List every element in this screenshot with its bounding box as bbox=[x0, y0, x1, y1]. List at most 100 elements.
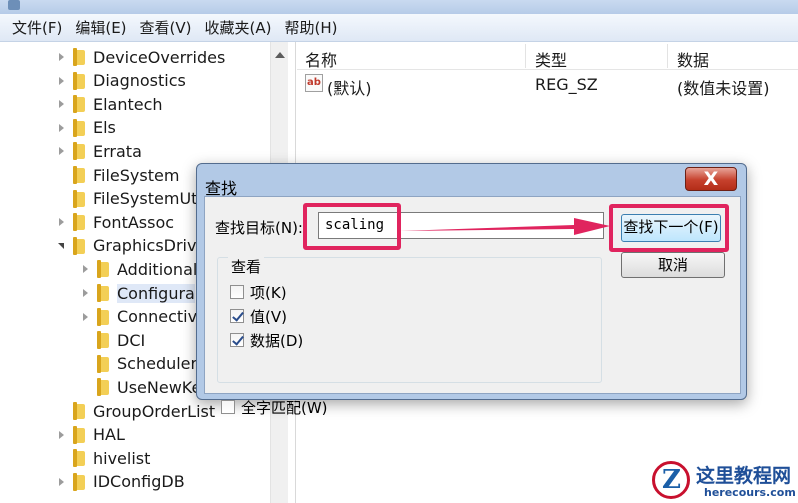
checkbox-data[interactable]: 数据(D) bbox=[230, 330, 303, 350]
regedit-icon bbox=[8, 0, 20, 10]
collapsed-arrow-icon[interactable] bbox=[56, 123, 66, 133]
checkbox-whole-string[interactable]: 全字匹配(W) bbox=[221, 397, 328, 417]
tree-item-label: FontAssoc bbox=[93, 212, 175, 232]
tree-item[interactable]: Els bbox=[56, 117, 116, 139]
tree-item[interactable]: Errata bbox=[56, 140, 142, 162]
tree-item-label: Errata bbox=[93, 141, 142, 161]
tree-item[interactable]: FileSystem bbox=[56, 164, 179, 186]
tree-item[interactable]: Elantech bbox=[56, 93, 163, 115]
tree-item[interactable]: Diagnostics bbox=[56, 70, 186, 92]
folder-icon bbox=[71, 449, 87, 468]
find-what-label: 查找目标(N): bbox=[215, 219, 303, 237]
checkbox-data-box[interactable] bbox=[230, 333, 244, 347]
tree-item-label: Diagnostics bbox=[93, 71, 186, 91]
collapsed-arrow-icon[interactable] bbox=[56, 217, 66, 227]
tree-item-label: GraphicsDrive bbox=[93, 236, 207, 256]
folder-icon bbox=[71, 402, 87, 420]
folder-icon bbox=[71, 166, 87, 184]
collapsed-arrow-icon[interactable] bbox=[56, 477, 66, 487]
tree-item-label: Els bbox=[93, 118, 116, 138]
collapsed-arrow-icon[interactable] bbox=[56, 76, 66, 86]
collapsed-arrow-icon[interactable] bbox=[56, 146, 66, 156]
list-header: 名称 类型 数据 bbox=[297, 42, 798, 70]
menu-help[interactable]: 帮助(H) bbox=[284, 17, 337, 38]
folder-icon bbox=[71, 236, 87, 255]
collapsed-arrow-icon[interactable] bbox=[56, 52, 66, 62]
highlight-box-input bbox=[303, 203, 401, 250]
folder-icon bbox=[95, 378, 111, 397]
column-header-type[interactable]: 类型 bbox=[535, 47, 567, 71]
column-separator[interactable] bbox=[525, 44, 526, 68]
watermark-url: herecours.com bbox=[704, 486, 796, 499]
tree-item-label: hivelist bbox=[93, 448, 151, 468]
folder-icon bbox=[71, 142, 87, 161]
folder-icon bbox=[71, 472, 87, 491]
checkbox-whole-string-box[interactable] bbox=[221, 400, 235, 414]
watermark: 这里教程网 herecours.com bbox=[652, 459, 798, 503]
window-titlebar bbox=[0, 0, 798, 14]
folder-icon bbox=[71, 48, 87, 66]
collapsed-arrow-icon[interactable] bbox=[80, 264, 90, 274]
tree-item[interactable]: UseNewKe bbox=[80, 376, 201, 398]
close-button[interactable]: X bbox=[685, 167, 737, 191]
tree-item[interactable]: Connectivi bbox=[80, 306, 202, 328]
tree-item[interactable]: GroupOrderList bbox=[56, 400, 215, 422]
tree-item-label: DeviceOverrides bbox=[93, 47, 226, 67]
column-header-data[interactable]: 数据 bbox=[677, 47, 709, 71]
column-separator[interactable] bbox=[667, 44, 668, 68]
folder-icon bbox=[71, 71, 87, 90]
tree-item-label: Elantech bbox=[93, 94, 163, 114]
tree-item[interactable]: Scheduler bbox=[80, 353, 197, 375]
folder-icon bbox=[71, 425, 87, 444]
checkbox-values[interactable]: 值(V) bbox=[230, 306, 287, 326]
watermark-title: 这里教程网 bbox=[696, 465, 792, 487]
tree-item-label: Connectivi bbox=[117, 307, 202, 327]
tree-item[interactable]: GraphicsDrive bbox=[56, 235, 206, 257]
expanded-arrow-icon[interactable] bbox=[56, 241, 66, 251]
folder-icon bbox=[95, 307, 111, 326]
tree-item-label: Configura bbox=[117, 283, 195, 303]
folder-icon bbox=[95, 260, 111, 279]
tree-item-label: FileSystemUti bbox=[93, 189, 202, 209]
tree-item[interactable]: Additional bbox=[80, 258, 197, 280]
menu-bar: 文件(F) 编辑(E) 查看(V) 收藏夹(A) 帮助(H) bbox=[0, 14, 798, 42]
tree-item-label: UseNewKe bbox=[117, 377, 202, 397]
scroll-up-arrow-icon[interactable] bbox=[275, 52, 285, 58]
collapsed-arrow-icon[interactable] bbox=[56, 430, 66, 440]
list-item[interactable]: ab (默认) REG_SZ (数值未设置) bbox=[297, 73, 798, 98]
tree-item[interactable]: FontAssoc bbox=[56, 211, 174, 233]
highlight-box-find-next bbox=[609, 204, 729, 252]
tree-item-label: IDConfigDB bbox=[93, 472, 185, 492]
watermark-logo-icon bbox=[652, 461, 690, 499]
menu-view[interactable]: 查看(V) bbox=[140, 17, 192, 38]
tree-item[interactable]: Configura bbox=[80, 282, 195, 304]
cancel-button[interactable]: 取消 bbox=[621, 252, 725, 278]
tree-item[interactable]: DCI bbox=[80, 329, 145, 351]
look-at-group: 查看 项(K) 值(V) 数据(D) bbox=[217, 256, 602, 383]
menu-edit[interactable]: 编辑(E) bbox=[75, 17, 126, 38]
tree-item[interactable]: DeviceOverrides bbox=[56, 46, 225, 68]
menu-favorites[interactable]: 收藏夹(A) bbox=[205, 17, 272, 38]
checkbox-keys-label: 项(K) bbox=[250, 283, 287, 302]
tree-item[interactable]: hivelist bbox=[56, 447, 150, 469]
checkbox-keys-box[interactable] bbox=[230, 285, 244, 299]
checkbox-keys[interactable]: 项(K) bbox=[230, 282, 287, 302]
column-header-name[interactable]: 名称 bbox=[305, 47, 337, 71]
tree-item[interactable]: IDConfigDB bbox=[56, 471, 185, 493]
tree-item[interactable]: FileSystemUti bbox=[56, 188, 202, 210]
menu-file[interactable]: 文件(F) bbox=[12, 17, 62, 38]
tree-item-label: FileSystem bbox=[93, 165, 180, 185]
collapsed-arrow-icon[interactable] bbox=[80, 312, 90, 322]
checkbox-values-box[interactable] bbox=[230, 309, 244, 323]
collapsed-arrow-icon[interactable] bbox=[56, 99, 66, 109]
collapsed-arrow-icon[interactable] bbox=[80, 288, 90, 298]
tree-item[interactable]: HAL bbox=[56, 424, 125, 446]
checkbox-values-label: 值(V) bbox=[250, 307, 287, 326]
value-type: REG_SZ bbox=[535, 75, 598, 94]
tree-item-label: Scheduler bbox=[117, 354, 198, 374]
value-data: (数值未设置) bbox=[677, 79, 770, 98]
